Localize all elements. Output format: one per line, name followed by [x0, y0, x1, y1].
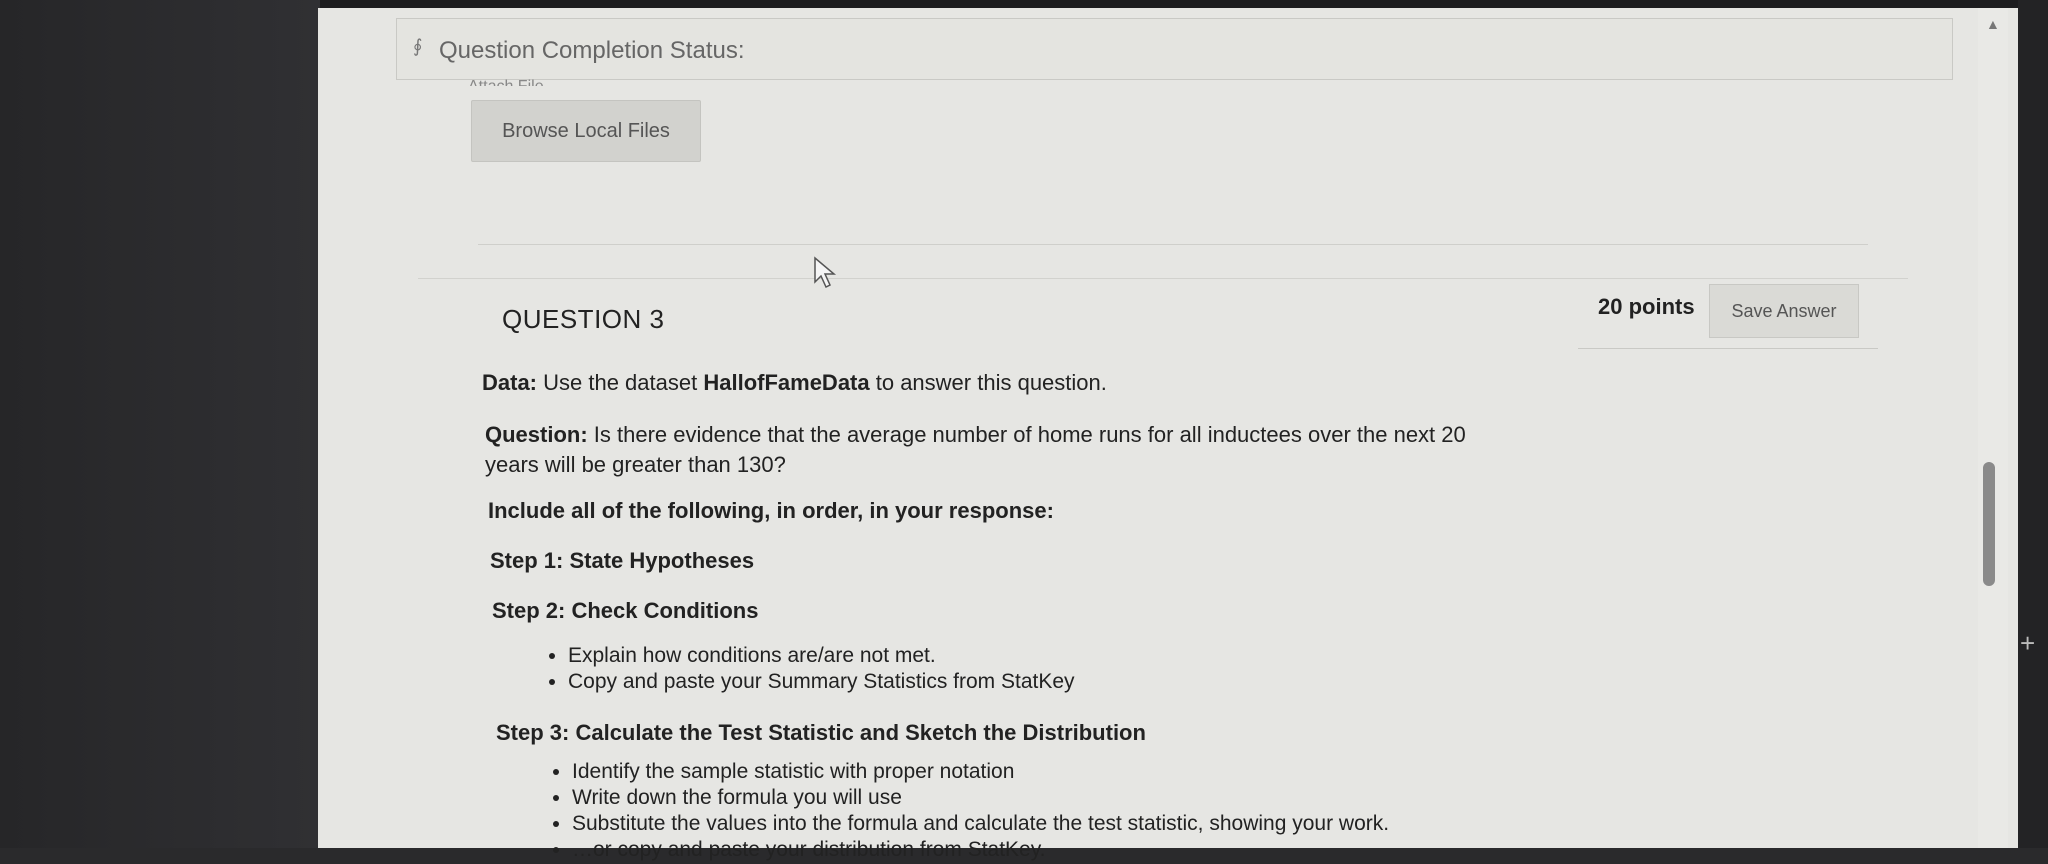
question-completion-status-bar[interactable]: ∮ Question Completion Status:: [396, 18, 1953, 80]
plus-icon[interactable]: +: [2020, 628, 2035, 659]
left-background: [0, 0, 320, 848]
question-line-1: Question: Is there evidence that the ave…: [485, 422, 1466, 447]
right-edge-background: [2018, 0, 2048, 848]
scrollbar-thumb[interactable]: [1983, 462, 1995, 586]
mouse-cursor-icon: [814, 256, 837, 289]
step-1-heading: Step 1: State Hypotheses: [490, 548, 755, 573]
scrollbar-track[interactable]: [1978, 8, 2008, 848]
step-3-list: Identify the sample statistic with prope…: [542, 760, 1389, 864]
question-title: QUESTION 3: [502, 304, 665, 334]
dataset-name: HallofFameData: [703, 370, 870, 395]
assessment-page: ∮ Question Completion Status: Attach Fil…: [318, 8, 2018, 861]
list-item: Write down the formula you will use: [572, 786, 1389, 810]
divider: [478, 244, 1868, 245]
step-2-list: Explain how conditions are/are not met. …: [538, 644, 1075, 696]
scroll-up-arrow-icon[interactable]: ▲: [1986, 16, 2000, 32]
list-item: Identify the sample statistic with prope…: [572, 760, 1389, 784]
question-line-2: years will be greater than 130?: [485, 452, 786, 477]
include-instruction: Include all of the following, in order, …: [488, 498, 1054, 523]
list-item: Explain how conditions are/are not met.: [568, 644, 1075, 668]
list-item: Copy and paste your Summary Statistics f…: [568, 670, 1075, 694]
step-2-heading: Step 2: Check Conditions: [492, 598, 759, 623]
chevron-down-icon[interactable]: ∮: [413, 36, 422, 57]
list-item: …or copy and paste your distribution fro…: [572, 838, 1389, 862]
save-answer-button[interactable]: Save Answer: [1709, 284, 1859, 338]
list-item: Substitute the values into the formula a…: [572, 812, 1389, 836]
data-line: Data: Use the dataset HallofFameData to …: [482, 370, 1107, 395]
question-points: 20 points: [1598, 294, 1695, 319]
attach-file-label: Attach File: [468, 78, 544, 86]
completion-status-label: Question Completion Status:: [439, 37, 745, 64]
step-3-heading: Step 3: Calculate the Test Statistic and…: [496, 720, 1146, 745]
browse-local-files-button[interactable]: Browse Local Files: [471, 100, 701, 162]
